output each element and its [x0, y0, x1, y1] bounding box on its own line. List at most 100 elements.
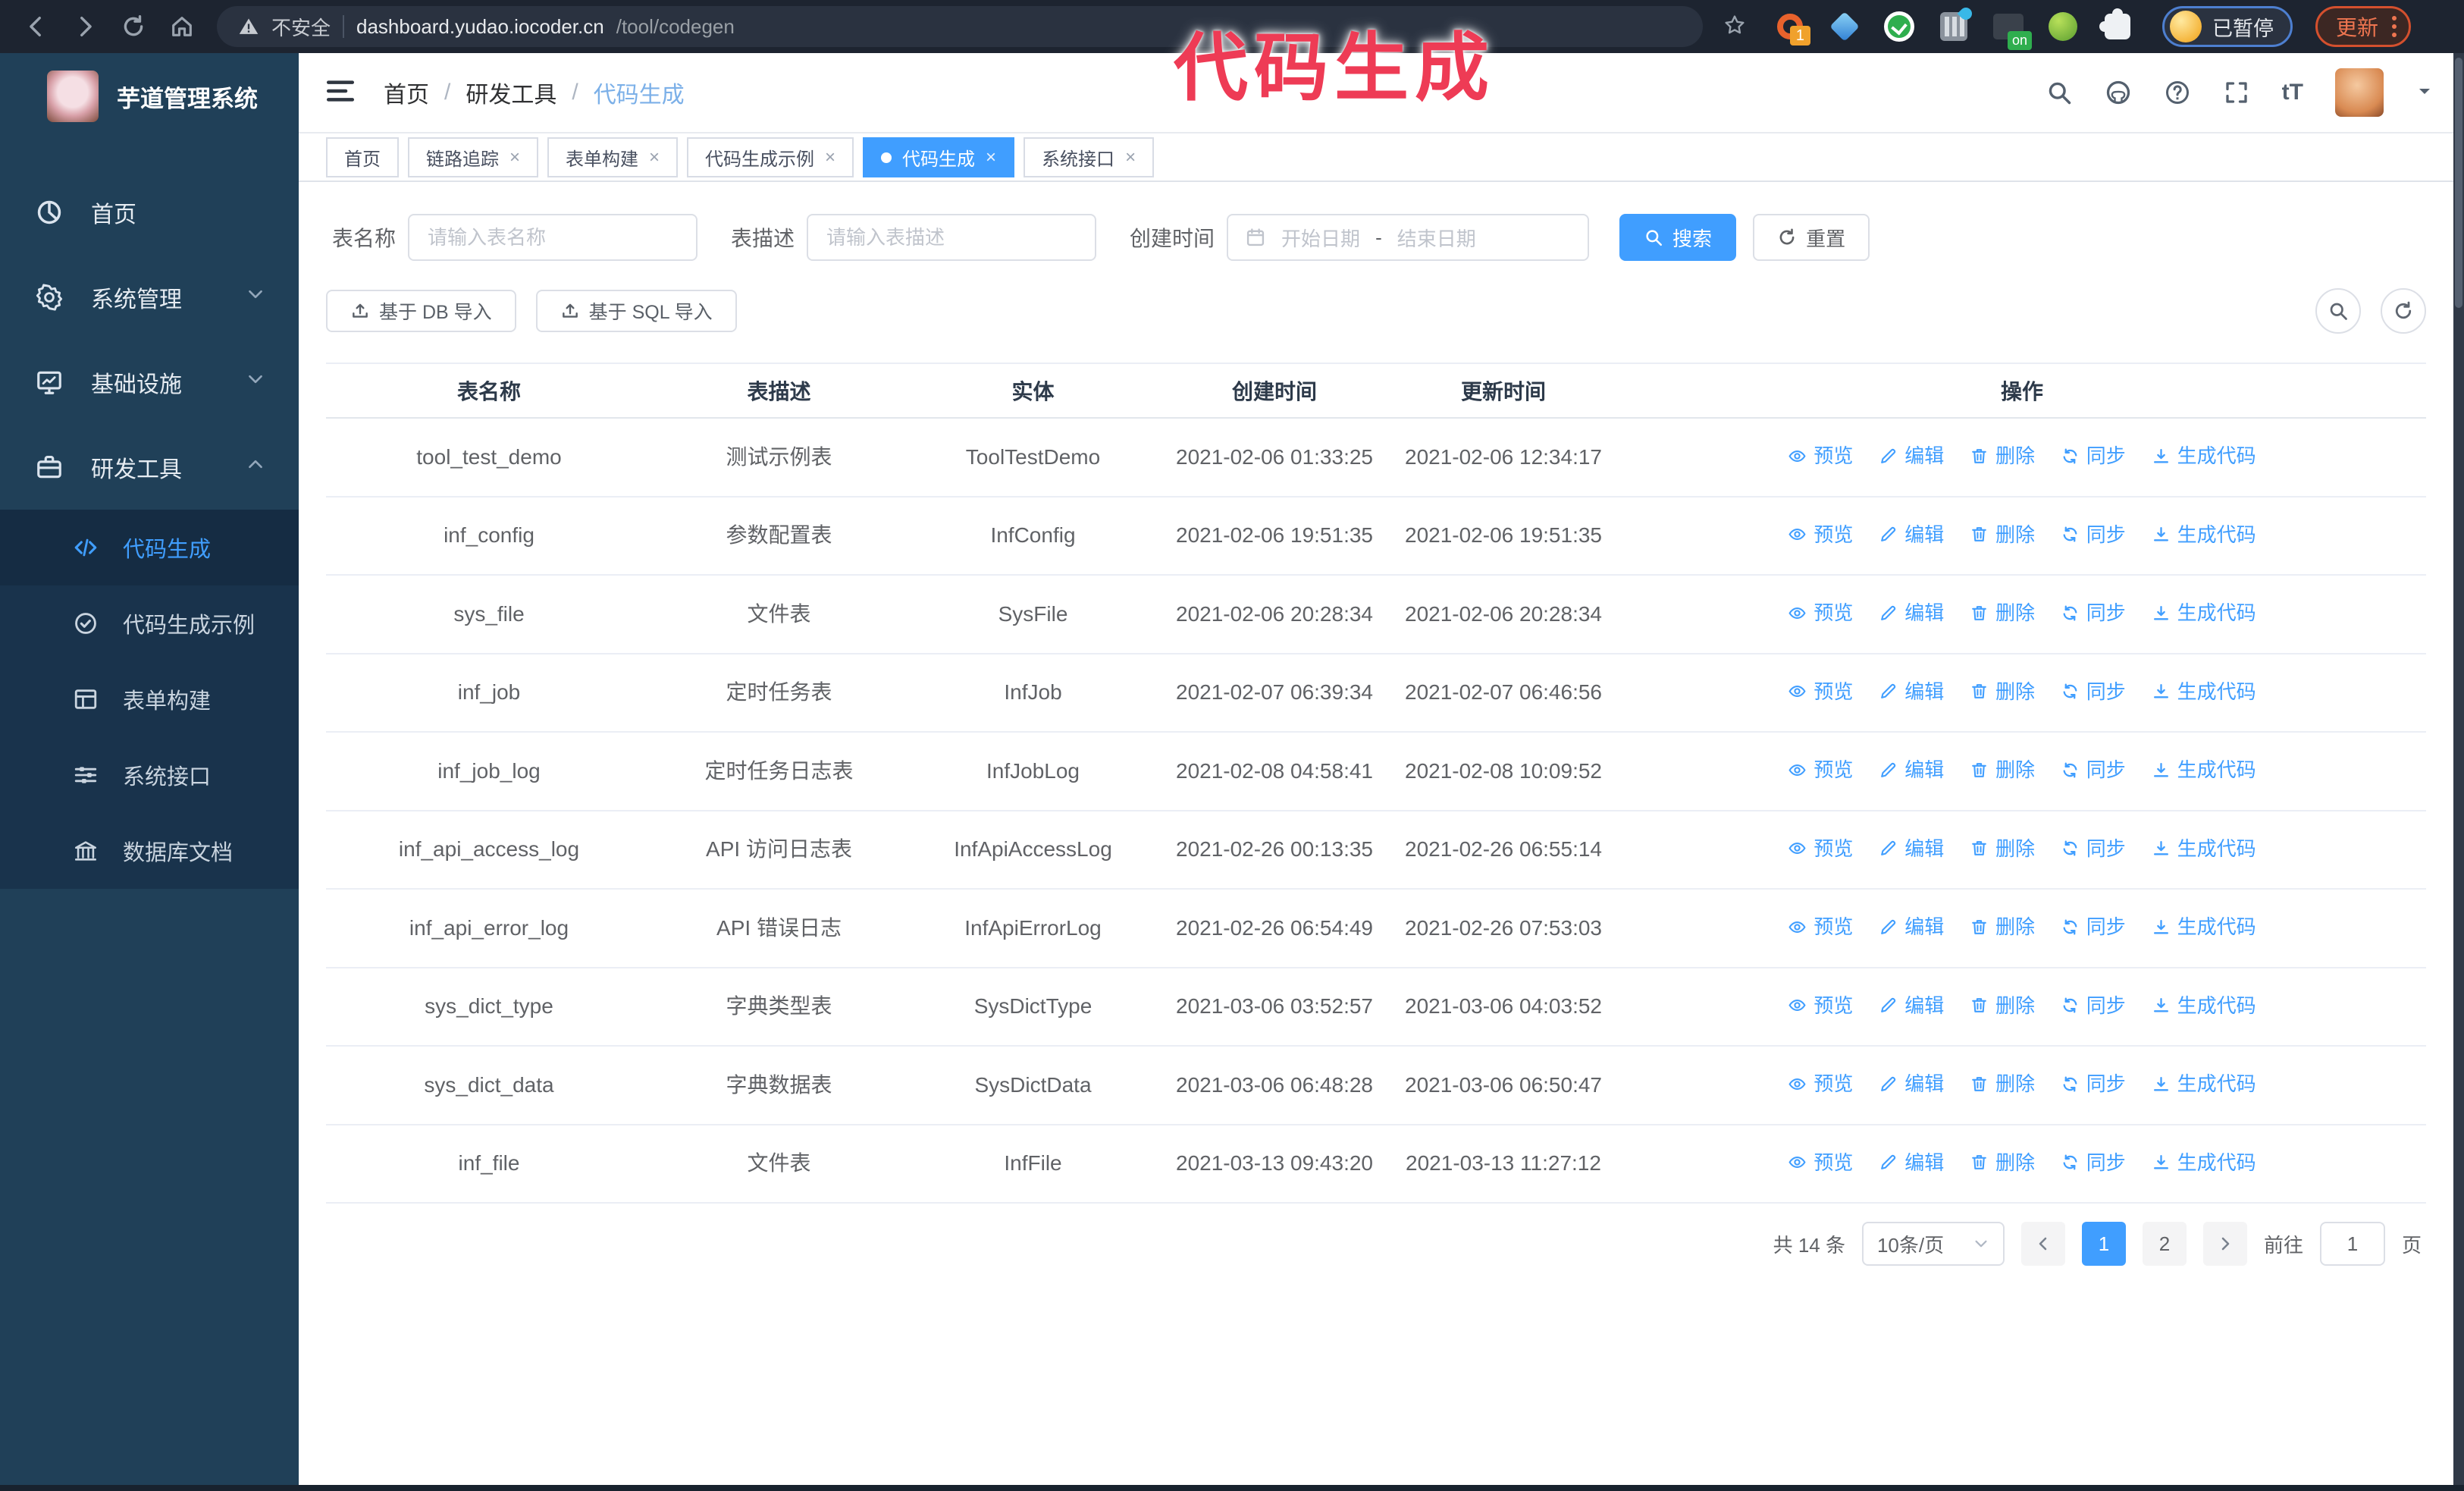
sync-link[interactable]: 同步: [2061, 595, 2126, 630]
sidebar-collapse-button[interactable]: [324, 75, 356, 111]
date-range-picker[interactable]: 开始日期 - 结束日期: [1227, 214, 1590, 261]
edit-link[interactable]: 编辑: [1879, 674, 1944, 709]
tab-code-generation[interactable]: 代码生成 ×: [863, 137, 1015, 177]
reset-button[interactable]: 重置: [1753, 214, 1870, 261]
extension-orange-ring[interactable]: 1: [1773, 9, 1810, 46]
sidebar-item-database-docs[interactable]: 数据库文档: [0, 813, 299, 889]
delete-link[interactable]: 删除: [1970, 831, 2035, 866]
close-icon[interactable]: ×: [509, 148, 520, 167]
goto-page-input[interactable]: [2319, 1222, 2385, 1266]
user-avatar[interactable]: [2335, 68, 2384, 117]
preview-link[interactable]: 预览: [1788, 1145, 1853, 1180]
import-sql-button[interactable]: 基于 SQL 导入: [535, 290, 737, 332]
breadcrumb-dev-tools[interactable]: 研发工具: [466, 76, 556, 109]
close-icon[interactable]: ×: [1125, 148, 1136, 167]
generate-code-link[interactable]: 生成代码: [2152, 438, 2256, 473]
browser-scrollbar[interactable]: [2453, 53, 2464, 1491]
extension-blue-gem[interactable]: [1827, 9, 1862, 44]
extensions-puzzle-button[interactable]: [2099, 8, 2135, 44]
browser-profile-chip[interactable]: 已暂停: [2162, 6, 2293, 47]
preview-link[interactable]: 预览: [1788, 988, 1853, 1023]
next-page-button[interactable]: [2202, 1222, 2247, 1266]
edit-link[interactable]: 编辑: [1879, 988, 1944, 1023]
tab-trace[interactable]: 链路追踪 ×: [408, 137, 539, 177]
github-icon[interactable]: [2105, 79, 2132, 106]
extension-green-check[interactable]: [1882, 9, 1917, 44]
browser-reload-button[interactable]: [112, 5, 155, 48]
preview-link[interactable]: 预览: [1788, 1066, 1853, 1101]
generate-code-link[interactable]: 生成代码: [2152, 674, 2256, 709]
delete-link[interactable]: 删除: [1970, 1066, 2035, 1101]
generate-code-link[interactable]: 生成代码: [2152, 752, 2256, 787]
preview-link[interactable]: 预览: [1788, 674, 1853, 709]
kebab-menu-icon[interactable]: [2392, 16, 2397, 37]
edit-link[interactable]: 编辑: [1879, 517, 1944, 552]
preview-link[interactable]: 预览: [1788, 752, 1853, 787]
table-name-input[interactable]: [408, 214, 698, 261]
header-search-icon[interactable]: [2045, 79, 2073, 106]
sidebar-item-infrastructure[interactable]: 基础设施: [0, 340, 299, 425]
browser-update-button[interactable]: 更新: [2315, 6, 2412, 47]
delete-link[interactable]: 删除: [1970, 595, 2035, 630]
delete-link[interactable]: 删除: [1970, 1145, 2035, 1180]
preview-link[interactable]: 预览: [1788, 595, 1853, 630]
preview-link[interactable]: 预览: [1788, 831, 1853, 866]
edit-link[interactable]: 编辑: [1879, 1066, 1944, 1101]
sidebar-item-form-builder[interactable]: 表单构建: [0, 661, 299, 737]
sync-link[interactable]: 同步: [2061, 752, 2126, 787]
sync-link[interactable]: 同步: [2061, 831, 2126, 866]
sidebar-item-home[interactable]: 首页: [0, 170, 299, 255]
breadcrumb-home[interactable]: 首页: [384, 76, 429, 109]
refresh-table-button[interactable]: [2381, 288, 2426, 334]
sync-link[interactable]: 同步: [2061, 1145, 2126, 1180]
delete-link[interactable]: 删除: [1970, 674, 2035, 709]
delete-link[interactable]: 删除: [1970, 909, 2035, 944]
edit-link[interactable]: 编辑: [1879, 831, 1944, 866]
fullscreen-icon[interactable]: [2223, 79, 2250, 106]
help-icon[interactable]: [2164, 79, 2191, 106]
generate-code-link[interactable]: 生成代码: [2152, 1066, 2256, 1101]
sync-link[interactable]: 同步: [2061, 909, 2126, 944]
sidebar-logo-row[interactable]: 芋道管理系统: [0, 53, 299, 140]
preview-link[interactable]: 预览: [1788, 909, 1853, 944]
page-button-1[interactable]: 1: [2081, 1222, 2126, 1266]
generate-code-link[interactable]: 生成代码: [2152, 988, 2256, 1023]
edit-link[interactable]: 编辑: [1879, 752, 1944, 787]
sync-link[interactable]: 同步: [2061, 438, 2126, 473]
close-icon[interactable]: ×: [825, 148, 835, 167]
browser-back-button[interactable]: [15, 5, 58, 48]
sidebar-item-system-api[interactable]: 系统接口: [0, 737, 299, 813]
close-icon[interactable]: ×: [986, 148, 996, 167]
sidebar-item-system-management[interactable]: 系统管理: [0, 255, 299, 340]
page-size-select[interactable]: 10条/页: [1861, 1222, 2005, 1266]
sync-link[interactable]: 同步: [2061, 1066, 2126, 1101]
prev-page-button[interactable]: [2020, 1222, 2065, 1266]
user-menu-caret-icon[interactable]: [2415, 82, 2434, 104]
extension-green-frog[interactable]: [2045, 9, 2080, 44]
toggle-search-button[interactable]: [2315, 288, 2361, 334]
delete-link[interactable]: 删除: [1970, 517, 2035, 552]
preview-link[interactable]: 预览: [1788, 438, 1853, 473]
browser-home-button[interactable]: [161, 5, 203, 48]
tab-home[interactable]: 首页: [326, 137, 399, 177]
generate-code-link[interactable]: 生成代码: [2152, 517, 2256, 552]
import-db-button[interactable]: 基于 DB 导入: [326, 290, 516, 332]
bookmark-star-button[interactable]: [1723, 13, 1747, 41]
sync-link[interactable]: 同步: [2061, 988, 2126, 1023]
tab-system-api[interactable]: 系统接口 ×: [1024, 137, 1155, 177]
edit-link[interactable]: 编辑: [1879, 1145, 1944, 1180]
generate-code-link[interactable]: 生成代码: [2152, 595, 2256, 630]
preview-link[interactable]: 预览: [1788, 517, 1853, 552]
table-desc-input[interactable]: [807, 214, 1097, 261]
delete-link[interactable]: 删除: [1970, 988, 2035, 1023]
extension-switch-on[interactable]: on: [1991, 9, 2032, 50]
tab-codegen-example[interactable]: 代码生成示例 ×: [687, 137, 854, 177]
generate-code-link[interactable]: 生成代码: [2152, 1145, 2256, 1180]
sidebar-item-codegen-example[interactable]: 代码生成示例: [0, 585, 299, 661]
generate-code-link[interactable]: 生成代码: [2152, 909, 2256, 944]
generate-code-link[interactable]: 生成代码: [2152, 831, 2256, 866]
font-size-icon[interactable]: tT: [2282, 80, 2303, 105]
scrollbar-thumb[interactable]: [2455, 58, 2462, 308]
delete-link[interactable]: 删除: [1970, 438, 2035, 473]
page-button-2[interactable]: 2: [2142, 1222, 2187, 1266]
